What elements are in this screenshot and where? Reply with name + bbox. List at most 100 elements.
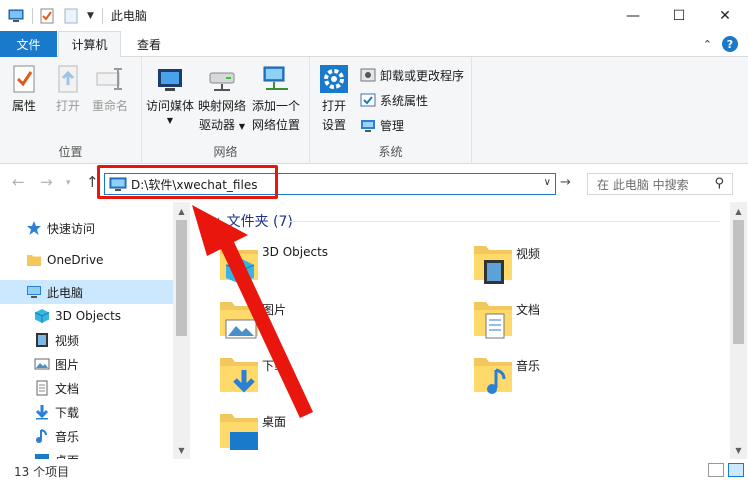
scroll-down-arrow-icon[interactable]: ▼ <box>730 443 747 457</box>
nav-item-quick-access[interactable]: 快速访问 <box>0 216 173 240</box>
properties-check-icon[interactable] <box>39 8 55 24</box>
chevron-down-icon[interactable]: ∨ <box>544 177 551 188</box>
ribbon: 属性 打开 重命名 位置 访问媒体 ▼ 映射网络 驱动器 ▼ 添加一个 网络位置… <box>0 57 748 164</box>
open-button[interactable]: 打开 <box>52 63 84 116</box>
scrollbar-thumb[interactable] <box>176 220 187 336</box>
nav-item-desktop[interactable]: 桌面 <box>0 448 173 459</box>
details-view-icon[interactable] <box>708 463 724 477</box>
divider <box>101 7 103 24</box>
nav-item-this-pc[interactable]: 此电脑 <box>0 280 173 304</box>
window-title: 此电脑 <box>110 9 147 23</box>
chevron-up-icon[interactable]: ⌃ <box>703 38 712 51</box>
chevron-down-icon[interactable]: ▾ <box>66 178 71 188</box>
map-drive-button[interactable]: 映射网络 驱动器 ▼ <box>198 63 246 136</box>
add-location-label-1: 添加一个 <box>252 99 301 113</box>
picture-icon <box>34 358 50 370</box>
scrollbar-thumb[interactable] <box>733 220 744 344</box>
music-folder-icon <box>474 358 512 394</box>
folder-name: 视频 <box>516 247 541 261</box>
manage-button[interactable]: 管理 <box>360 114 404 136</box>
access-media-button[interactable]: 访问媒体 ▼ <box>146 63 194 126</box>
network-drive-icon <box>209 72 235 91</box>
nav-item-music[interactable]: 音乐 <box>0 424 173 448</box>
scroll-up-arrow-icon[interactable]: ▲ <box>730 204 747 218</box>
nav-pane-scrollbar[interactable]: ▲ ▼ <box>173 202 190 459</box>
nav-item-label: 图片 <box>55 357 80 372</box>
add-network-location-button[interactable]: 添加一个 网络位置 <box>252 63 300 135</box>
divider <box>290 221 720 222</box>
nav-item-downloads[interactable]: 下载 <box>0 400 173 424</box>
rename-button[interactable]: 重命名 <box>92 63 128 116</box>
video-folder-icon <box>474 246 512 284</box>
back-arrow-icon[interactable]: ← <box>12 173 25 191</box>
nav-item-label: 快速访问 <box>47 221 96 236</box>
open-settings-button[interactable]: 打开 设置 <box>318 63 350 135</box>
open-settings-label-2: 设置 <box>321 118 346 132</box>
location-group: 属性 打开 重命名 位置 <box>0 57 142 164</box>
manage-label: 管理 <box>380 118 405 133</box>
minimize-button[interactable]: — <box>610 0 656 31</box>
system-group: 打开 设置 卸载或更改程序 系统属性 管理 系统 <box>310 57 472 164</box>
pc-icon[interactable] <box>8 8 24 24</box>
system-properties-button[interactable]: 系统属性 <box>360 89 428 111</box>
nav-item-label: 桌面 <box>55 452 79 460</box>
properties-button[interactable]: 属性 <box>8 63 40 116</box>
folder-item-pictures[interactable]: 图片 <box>218 296 458 344</box>
music-icon <box>36 429 47 443</box>
folder-name: 桌面 <box>262 415 287 429</box>
content-scrollbar[interactable]: ▲ ▼ <box>730 202 747 459</box>
scroll-down-arrow-icon[interactable]: ▼ <box>173 443 190 457</box>
folder-icon <box>27 255 41 266</box>
folder-name: 3D Objects <box>262 245 329 259</box>
status-bar: 13 个项目 <box>0 459 748 483</box>
chevron-down-icon[interactable]: ▼ <box>87 11 94 21</box>
map-drive-label-2: 驱动器 ▼ <box>199 118 245 132</box>
folder-item-documents[interactable]: 文档 <box>472 296 712 344</box>
media-icon <box>158 69 182 91</box>
content-pane: ∨ 文件夹 (7) 3D Objects 视频 图片 文档 下载 音乐 桌面 <box>190 202 730 459</box>
manage-icon <box>361 120 375 132</box>
rename-label: 重命名 <box>92 99 129 113</box>
open-label: 打开 <box>55 99 80 113</box>
pc-icon <box>27 286 41 298</box>
tab-computer[interactable]: 计算机 <box>58 31 121 58</box>
scroll-up-arrow-icon[interactable]: ▲ <box>173 204 190 218</box>
downloads-folder-icon <box>220 358 258 393</box>
gear-icon <box>320 65 348 93</box>
properties-label: 属性 <box>11 99 36 113</box>
network-group: 访问媒体 ▼ 映射网络 驱动器 ▼ 添加一个 网络位置 网络 <box>142 57 310 164</box>
nav-item-videos[interactable]: 视频 <box>0 328 173 352</box>
folder-item-music[interactable]: 音乐 <box>472 352 712 400</box>
desktop-folder-icon <box>220 414 258 450</box>
search-box[interactable]: 在 此电脑 中搜索 ⚲ <box>587 173 733 195</box>
large-icons-view-icon[interactable] <box>728 463 744 477</box>
tab-file[interactable]: 文件 <box>0 31 57 57</box>
ribbon-tabs: 文件 计算机 查看 ⌃ ? <box>0 31 748 58</box>
uninstall-program-button[interactable]: 卸载或更改程序 <box>360 64 464 86</box>
star-icon <box>27 221 41 235</box>
folder-item-videos[interactable]: 视频 <box>472 240 712 288</box>
folder-item-3d-objects[interactable]: 3D Objects <box>218 240 458 288</box>
section-header-folders[interactable]: ∨ 文件夹 (7) <box>214 211 293 231</box>
folder-name: 文档 <box>516 303 541 317</box>
folder-item-downloads[interactable]: 下载 <box>218 352 458 400</box>
chevron-down-icon[interactable]: ∨ <box>214 216 221 226</box>
close-button[interactable]: ✕ <box>702 0 748 31</box>
download-icon <box>35 405 49 420</box>
folder-name: 图片 <box>262 303 287 317</box>
tab-view[interactable]: 查看 <box>124 31 174 57</box>
nav-item-onedrive[interactable]: OneDrive <box>0 248 173 272</box>
nav-item-pictures[interactable]: 图片 <box>0 352 173 376</box>
help-icon[interactable]: ? <box>722 36 738 52</box>
uninstall-icon <box>360 68 376 82</box>
nav-item-documents[interactable]: 文档 <box>0 376 173 400</box>
forward-arrow-icon[interactable]: → <box>40 173 53 191</box>
go-arrow-icon[interactable]: → <box>560 175 571 190</box>
nav-item-3d-objects[interactable]: 3D Objects <box>0 304 173 328</box>
navigation-pane: 快速访问 OneDrive 此电脑 3D Objects 视频 图片 文档 下载… <box>0 202 190 459</box>
maximize-button[interactable]: ☐ <box>656 0 702 31</box>
new-folder-icon[interactable] <box>63 8 79 24</box>
folder-item-desktop[interactable]: 桌面 <box>218 408 458 456</box>
title-bar: ▼ 此电脑 — ☐ ✕ <box>0 0 748 31</box>
search-icon[interactable]: ⚲ <box>714 176 724 191</box>
